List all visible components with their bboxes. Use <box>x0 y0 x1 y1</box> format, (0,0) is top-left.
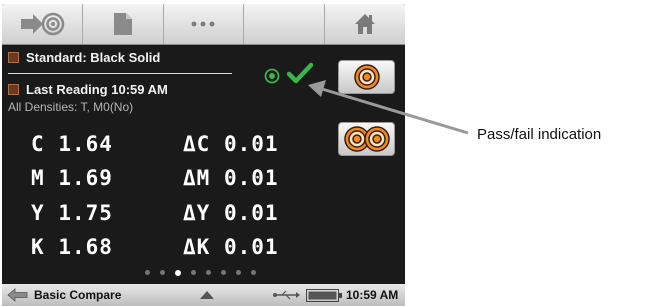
callout-label: Pass/fail indication <box>477 126 602 143</box>
callout-arrow <box>308 80 469 135</box>
